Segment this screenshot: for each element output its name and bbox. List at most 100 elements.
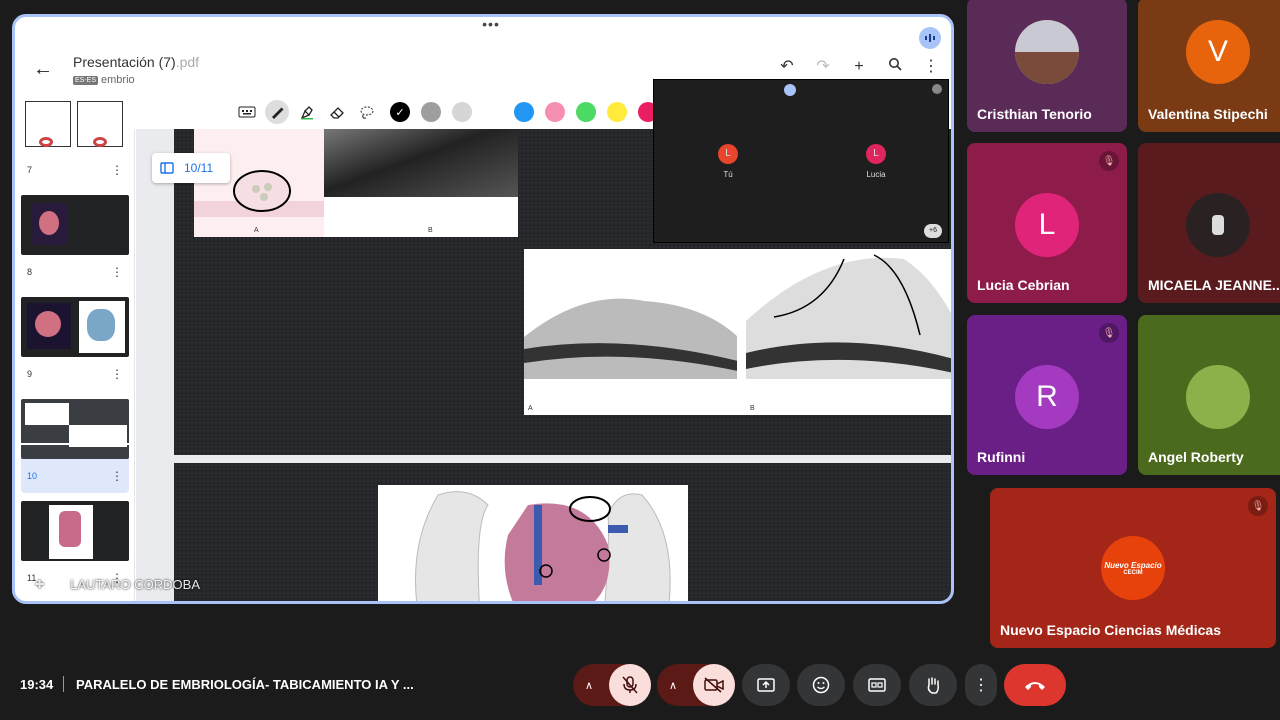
presenter-label: ✚ LAUTARO CORDOBA — [35, 577, 200, 592]
organization-logo: Nuevo Espacio CECIM — [1101, 536, 1165, 600]
histology-image-c: A B — [524, 249, 951, 415]
color-swatch-gray[interactable] — [421, 102, 441, 122]
meeting-clock: 19:34 — [20, 677, 54, 692]
participant-name: Lucia Cebrian — [977, 277, 1070, 293]
emoji-icon — [812, 676, 830, 694]
color-swatch-blue[interactable] — [514, 102, 534, 122]
slide-page-11 — [174, 463, 951, 601]
more-options-button[interactable]: ⋮ — [965, 664, 997, 706]
participant-name: Valentina Stipechi — [1148, 106, 1268, 122]
muted-mic-icon: 🎙 — [1248, 496, 1268, 516]
thumbnail-page-number: 9 — [27, 369, 33, 379]
page-indicator[interactable]: 10/11 — [152, 153, 230, 183]
avatar: L — [1015, 193, 1079, 257]
color-swatch-yellow[interactable] — [607, 102, 627, 122]
thumbnail-page-9[interactable]: 9 ⋮ — [21, 297, 129, 391]
lasso-select-icon[interactable] — [355, 100, 379, 124]
thumbnail-menu-icon[interactable]: ⋮ — [111, 265, 123, 279]
add-icon[interactable]: + — [847, 55, 871, 79]
participant-tile-cristhian[interactable]: Cristhian Tenorio — [967, 0, 1127, 132]
avatar: L — [718, 144, 738, 164]
avatar: R — [1015, 365, 1079, 429]
logo-subtext: CECIM — [1123, 569, 1143, 576]
camera-off-button[interactable] — [693, 664, 735, 706]
hang-up-icon — [1025, 682, 1045, 690]
color-swatch-black[interactable]: ✓ — [390, 102, 410, 122]
undo-icon[interactable]: ↶ — [775, 55, 799, 79]
search-icon[interactable] — [883, 55, 907, 79]
present-screen-icon — [757, 678, 775, 692]
meeting-title: PARALELO DE EMBRIOLOGÍA- TABICAMIENTO IA… — [76, 677, 414, 692]
raise-hand-button[interactable] — [909, 664, 957, 706]
document-subtitle-text: embrio — [101, 74, 135, 86]
closed-captions-icon — [868, 678, 886, 692]
participant-tile-angel[interactable]: 🎙 Angel Roberty — [1138, 315, 1280, 475]
mic-options-chevron-icon[interactable]: ∧ — [585, 679, 593, 692]
sidebar-toggle-icon[interactable] — [160, 162, 174, 174]
eraser-icon[interactable] — [325, 100, 349, 124]
thumbnail-menu-icon[interactable]: ⋮ — [111, 367, 123, 381]
more-options-dots-icon[interactable]: ••• — [476, 17, 506, 33]
participant-tile-lucia[interactable]: 🎙 L Lucia Cebrian — [967, 143, 1127, 303]
pip-settings-icon[interactable] — [932, 84, 942, 94]
color-swatch-light-gray[interactable] — [452, 102, 472, 122]
pip-tile-name: Tú — [723, 170, 733, 179]
more-vert-icon: ⋮ — [973, 677, 989, 694]
camera-options-chevron-icon[interactable]: ∧ — [669, 679, 677, 692]
document-subtitle: ES-ES embrio — [73, 74, 135, 86]
document-title-text: Presentación (7) — [73, 54, 176, 70]
back-arrow-icon[interactable]: ← — [31, 57, 55, 81]
color-swatch-green[interactable] — [576, 102, 596, 122]
pip-expand-icon[interactable] — [784, 84, 796, 96]
thumbnail-menu-icon[interactable]: ⋮ — [111, 469, 123, 483]
presenter-mic-icon: ✚ — [35, 579, 45, 591]
mic-group: ∧ — [573, 664, 651, 706]
captions-button[interactable] — [853, 664, 901, 706]
mic-off-button[interactable] — [609, 664, 651, 706]
redo-icon[interactable]: ↷ — [811, 55, 835, 79]
participant-tile-nuevo-espacio[interactable]: 🎙 Nuevo Espacio CECIM Nuevo Espacio Cien… — [990, 488, 1276, 648]
mic-off-icon — [622, 676, 638, 694]
color-swatch-white[interactable] — [483, 102, 503, 122]
participant-tile-valentina[interactable]: V Valentina Stipechi — [1138, 0, 1280, 132]
meeting-control-bar: 19:34 PARALELO DE EMBRIOLOGÍA- TABICAMIE… — [0, 650, 1280, 720]
divider — [63, 676, 64, 692]
presentation-window: ••• ← Presentación (7).pdf ES-ES embrio … — [12, 14, 954, 604]
present-screen-button[interactable] — [742, 664, 790, 706]
participant-name: Cristhian Tenorio — [977, 106, 1092, 122]
figure-label: A — [528, 405, 533, 412]
viewer-actions: ↶ ↷ + ⋮ — [775, 55, 943, 79]
thumbnail-page-10[interactable]: 10 ⋮ — [21, 399, 129, 493]
more-participants-badge[interactable]: +6 — [924, 224, 942, 238]
participant-tile-rufinni[interactable]: 🎙 R Rufinni — [967, 315, 1127, 475]
thumbnail-image — [21, 195, 129, 255]
thumbnail-image — [21, 501, 129, 561]
pip-tile-self: L Tú — [698, 144, 758, 179]
highlighter-icon[interactable] — [295, 100, 319, 124]
muted-mic-icon: 🎙 — [1099, 151, 1119, 171]
leave-call-button[interactable] — [1004, 664, 1066, 706]
thumbnail-menu-icon[interactable]: ⋮ — [111, 163, 123, 177]
camera-group: ∧ — [657, 664, 735, 706]
camera-off-icon — [704, 677, 724, 693]
page-thumbnail-list[interactable]: 7 ⋮ 8 ⋮ 9 ⋮ 10 ⋮ 11 ⋮ — [15, 93, 135, 601]
avatar — [1186, 193, 1250, 257]
thumbnail-page-number: 7 — [27, 165, 33, 175]
keyboard-icon[interactable] — [235, 100, 259, 124]
reactions-button[interactable] — [797, 664, 845, 706]
thumbnail-page-7[interactable]: 7 ⋮ — [21, 93, 129, 187]
thumbnail-page-8[interactable]: 8 ⋮ — [21, 195, 129, 289]
document-extension: .pdf — [175, 54, 200, 70]
thumbnail-page-number: 10 — [27, 471, 38, 481]
participant-name: Rufinni — [977, 449, 1026, 465]
color-swatch-pink[interactable] — [545, 102, 565, 122]
pen-tool-icon[interactable] — [265, 100, 289, 124]
figure-label: B — [750, 405, 755, 412]
participant-tile-micaela[interactable]: 🎙 MICAELA JEANNE... — [1138, 143, 1280, 303]
avatar — [1015, 20, 1079, 84]
more-vert-icon[interactable]: ⋮ — [919, 55, 943, 79]
participant-name: Nuevo Espacio Ciencias Médicas — [1000, 622, 1221, 638]
heart-diagram-image — [378, 485, 688, 601]
picture-in-picture-panel[interactable]: L Tú L Lucia +6 — [653, 79, 949, 243]
language-tag: ES-ES — [73, 75, 99, 85]
